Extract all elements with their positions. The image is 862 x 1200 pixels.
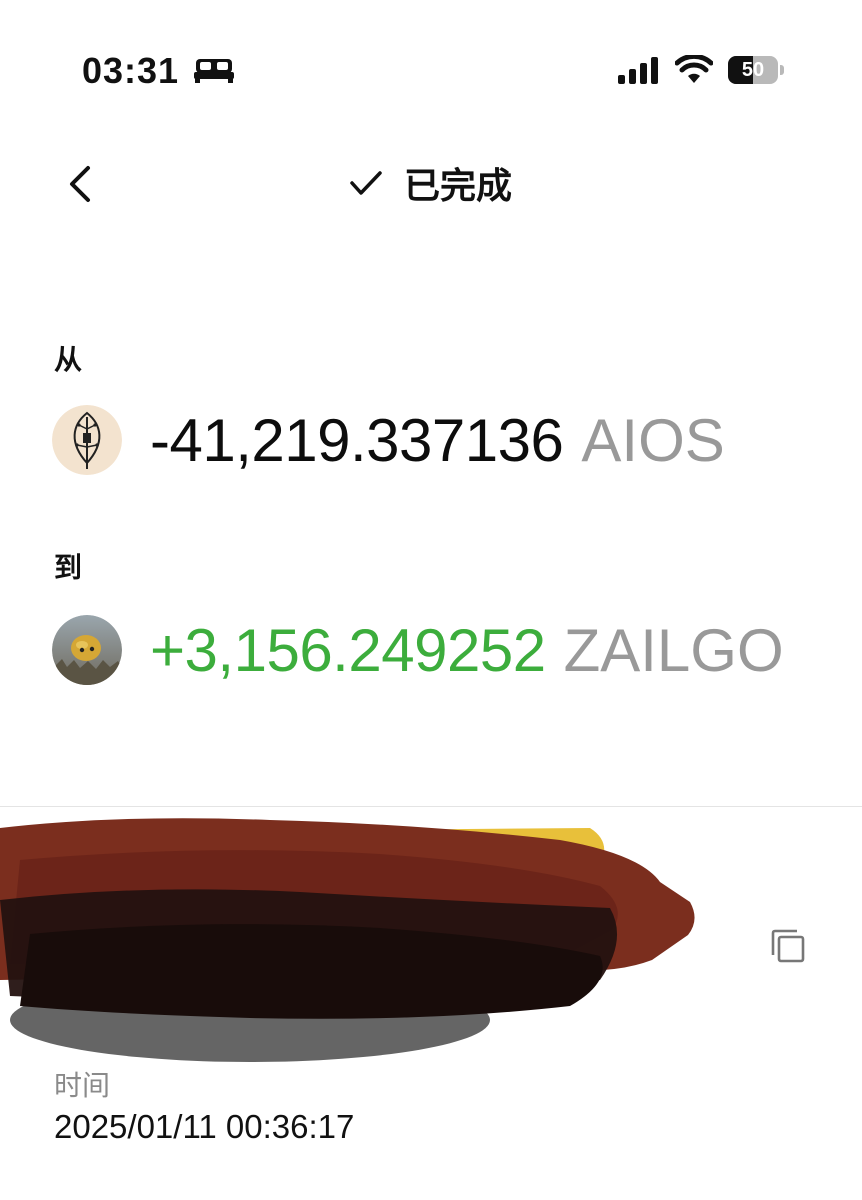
to-amount: +3,156.249252: [150, 616, 546, 684]
copy-icon[interactable]: [768, 926, 808, 966]
chevron-left-icon[interactable]: [56, 158, 104, 210]
wallet-address: Hrrasx7ZRWgwa9kzCJFLqJrp2tLUUudkQgapoFn1…: [54, 927, 611, 1004]
to-label: 到: [54, 552, 83, 583]
page-title: 已完成: [348, 160, 512, 206]
status-bar: 03:31 50: [0, 0, 862, 140]
section-divider: [0, 806, 862, 807]
bed-icon: [194, 59, 234, 83]
battery-level: 50: [741, 59, 765, 81]
wallet-label: 支付钱包: [54, 884, 167, 915]
check-icon: [350, 171, 382, 195]
status-time: 03:31: [82, 50, 180, 91]
from-label: 从: [54, 344, 83, 375]
leaf-circuit-token-logo: [52, 405, 122, 475]
from-symbol: AIOS: [581, 406, 725, 474]
wifi-icon: [675, 55, 713, 83]
time-value: 2025/01/11 00:36:17: [54, 1108, 355, 1145]
title-text: 已完成: [404, 165, 513, 206]
battery-icon: 50: [728, 56, 786, 84]
time-label: 时间: [54, 1070, 111, 1101]
from-amount: -41,219.337136: [150, 406, 564, 474]
to-symbol: ZAILGO: [563, 616, 784, 684]
signal-icon: [618, 57, 658, 84]
to-token-row: +3,156.249252 ZAILGO: [52, 614, 784, 686]
yellow-creature-token-avatar: [52, 615, 122, 685]
from-token-row: -41,219.337136 AIOS: [52, 404, 725, 476]
